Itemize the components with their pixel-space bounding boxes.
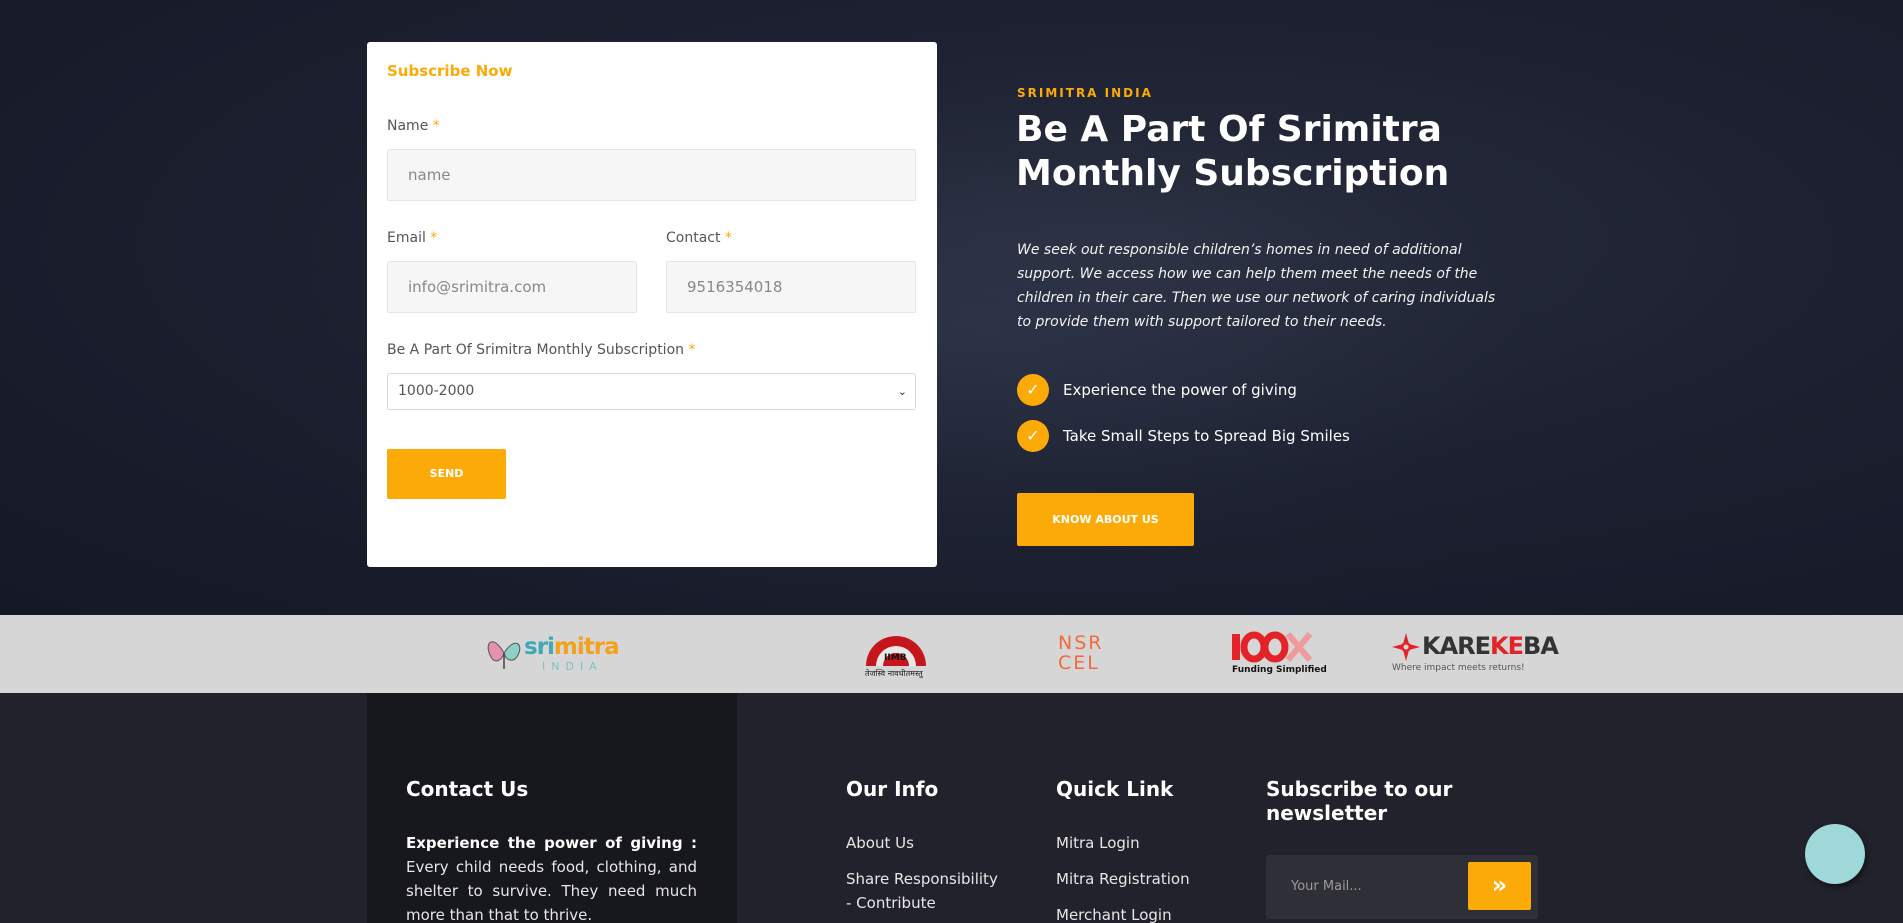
contact-heading: Contact Us: [406, 777, 529, 801]
karekeba-logo[interactable]: KAREKEBA Where impact meets returns!: [1392, 630, 1559, 678]
required-mark: *: [430, 230, 438, 246]
subscription-label: Be A Part Of Srimitra Monthly Subscripti…: [387, 342, 696, 358]
name-input[interactable]: name: [387, 149, 916, 201]
footer-link-merchant-login[interactable]: Merchant Login: [1056, 903, 1172, 923]
check-icon: ✓: [1017, 374, 1049, 406]
karekeba-flower-icon: [1392, 633, 1420, 661]
subscribe-form: Subscribe Now Name * name Email * info@s…: [367, 42, 937, 567]
newsletter-heading: Subscribe to our newsletter: [1266, 777, 1453, 825]
email-input[interactable]: info@srimitra.com: [387, 261, 637, 313]
chevron-down-icon: ⌄: [897, 385, 907, 398]
check-icon: ✓: [1017, 420, 1049, 452]
form-title: Subscribe Now: [387, 62, 513, 80]
section-eyebrow: SRIMITRA INDIA: [1017, 86, 1153, 100]
site-footer: Contact Us Experience the power of givin…: [0, 693, 1903, 923]
required-mark: *: [432, 118, 440, 134]
footer-link-contribute[interactable]: - Contribute: [846, 891, 936, 915]
iimb-logo[interactable]: IIMB तेजस्वि नावधीतमस्तु: [863, 628, 929, 682]
newsletter-email-input[interactable]: Your Mail...: [1291, 855, 1362, 919]
double-chevron-right-icon: »: [1491, 871, 1508, 899]
subscription-select-value: 1000-2000: [398, 383, 475, 399]
feature-point: ✓ Take Small Steps to Spread Big Smiles: [1017, 420, 1350, 452]
contact-label: Contact *: [666, 230, 732, 246]
email-label: Email *: [387, 230, 438, 246]
newsletter-form: Your Mail... »: [1266, 855, 1538, 919]
chat-widget-button[interactable]: [1805, 824, 1865, 884]
contact-input[interactable]: 9516354018: [666, 261, 916, 313]
quick-link-heading: Quick Link: [1056, 777, 1174, 801]
required-mark: *: [688, 342, 696, 358]
contact-text: Experience the power of giving : Every c…: [406, 834, 697, 923]
section-description: We seek out responsible children’s homes…: [1017, 242, 1496, 330]
name-label: Name *: [387, 118, 440, 134]
feature-point: ✓ Experience the power of giving: [1017, 374, 1297, 406]
required-mark: *: [724, 230, 732, 246]
subscription-select[interactable]: 1000-2000 ⌄: [387, 373, 916, 410]
contact-panel: Contact Us Experience the power of givin…: [367, 693, 737, 923]
footer-link-about-us[interactable]: About Us: [846, 831, 914, 855]
footer-link-mitra-registration[interactable]: Mitra Registration: [1056, 867, 1190, 891]
our-info-heading: Our Info: [846, 777, 939, 801]
send-button[interactable]: SEND: [387, 449, 506, 499]
nsrcel-logo[interactable]: NSR CEL: [1058, 633, 1108, 675]
butterfly-icon: [487, 641, 521, 669]
know-about-us-button[interactable]: KNOW ABOUT US: [1017, 493, 1194, 546]
footer-link-mitra-login[interactable]: Mitra Login: [1056, 831, 1140, 855]
footer-link-share-responsibility[interactable]: Share Responsibility: [846, 867, 998, 891]
100x-logo[interactable]: Funding Simplified: [1230, 631, 1327, 677]
srimitra-logo[interactable]: srimitra INDIA: [484, 631, 620, 677]
newsletter-submit-button[interactable]: »: [1468, 862, 1531, 910]
partners-strip: srimitra INDIA IIMB तेजस्वि नावधीतमस्तु …: [0, 615, 1903, 693]
100x-mark-icon: [1232, 631, 1313, 663]
hero-section: Subscribe Now Name * name Email * info@s…: [0, 0, 1903, 615]
section-headline: Be A Part Of Srimitra Monthly Subscripti…: [1016, 109, 1450, 194]
